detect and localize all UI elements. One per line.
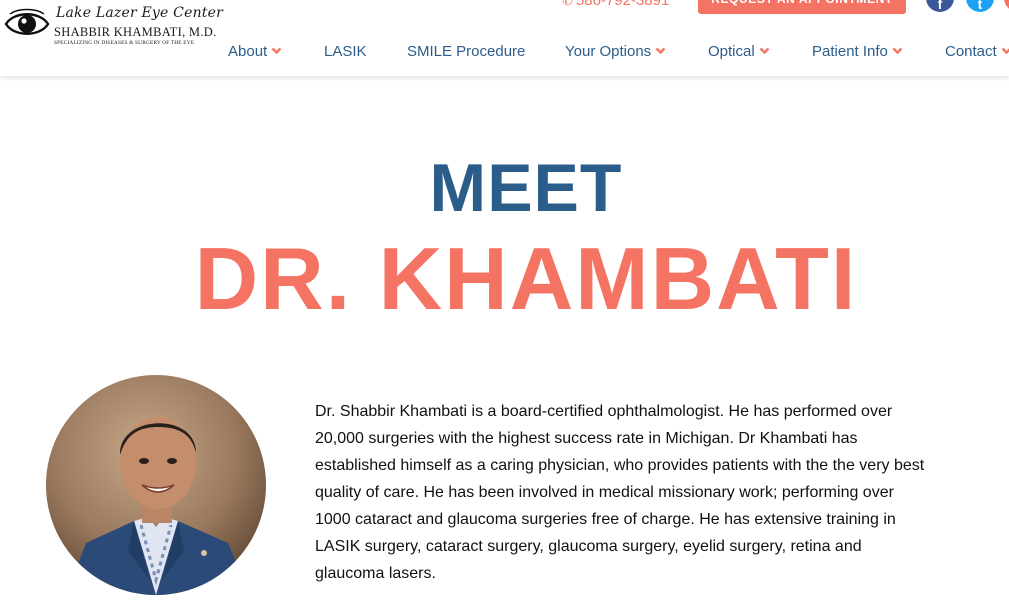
chevron-down-icon	[655, 47, 666, 55]
page-title-meet: MEET	[429, 150, 623, 226]
chevron-down-icon	[759, 47, 770, 55]
chevron-down-icon	[271, 47, 282, 55]
nav-item-label: About	[228, 43, 268, 60]
avatar	[46, 375, 266, 595]
logo-tagline-text: SPECIALIZING IN DISEASES & SURGERY OF TH…	[54, 40, 195, 46]
youtube-icon[interactable]: ▶	[1004, 0, 1009, 12]
twitter-icon[interactable]: t	[966, 0, 994, 12]
logo-script-text: Lake Lazer Eye Center	[56, 5, 223, 21]
phone-icon: ✆	[562, 0, 573, 8]
chevron-down-icon	[892, 47, 903, 55]
portrait-image	[46, 375, 266, 595]
facebook-icon[interactable]: f	[926, 0, 954, 12]
nav-item-label: Contact	[945, 43, 997, 60]
site-header: Lake Lazer Eye Center SHABBIR KHAMBATI, …	[0, 0, 1009, 76]
nav-item-optical[interactable]: Optical	[708, 43, 770, 60]
page-title-name: DR. KHAMBATI	[194, 229, 858, 328]
nav-item-label: Patient Info	[812, 43, 888, 60]
nav-item-label: SMILE Procedure	[407, 43, 526, 60]
nav-item-about[interactable]: About	[228, 43, 282, 60]
nav-item-lasik[interactable]: LASIK	[324, 43, 367, 60]
phone-link[interactable]: ✆ 586-792-3891	[562, 0, 669, 9]
logo-name-text: SHABBIR KHAMBATI, M.D.	[54, 25, 217, 39]
nav-item-label: Optical	[708, 43, 755, 60]
nav-item-contact[interactable]: Contact	[945, 43, 1009, 60]
site-logo[interactable]: Lake Lazer Eye Center SHABBIR KHAMBATI, …	[4, 3, 223, 49]
nav-item-your-options[interactable]: Your Options	[565, 43, 666, 60]
nav-item-patient-info[interactable]: Patient Info	[812, 43, 903, 60]
chevron-down-icon	[1001, 47, 1009, 55]
eye-icon	[4, 8, 50, 35]
doctor-bio: Dr. Shabbir Khambati is a board-certifie…	[315, 403, 925, 582]
page: Lake Lazer Eye Center SHABBIR KHAMBATI, …	[0, 0, 1009, 603]
request-appointment-button[interactable]: REQUEST AN APPOINTMENT	[698, 0, 906, 14]
nav-item-label: Your Options	[565, 43, 652, 60]
nav-item-label: LASIK	[324, 43, 367, 60]
nav-item-smile-procedure[interactable]: SMILE Procedure	[407, 43, 525, 60]
phone-number: 586-792-3891	[575, 0, 670, 9]
